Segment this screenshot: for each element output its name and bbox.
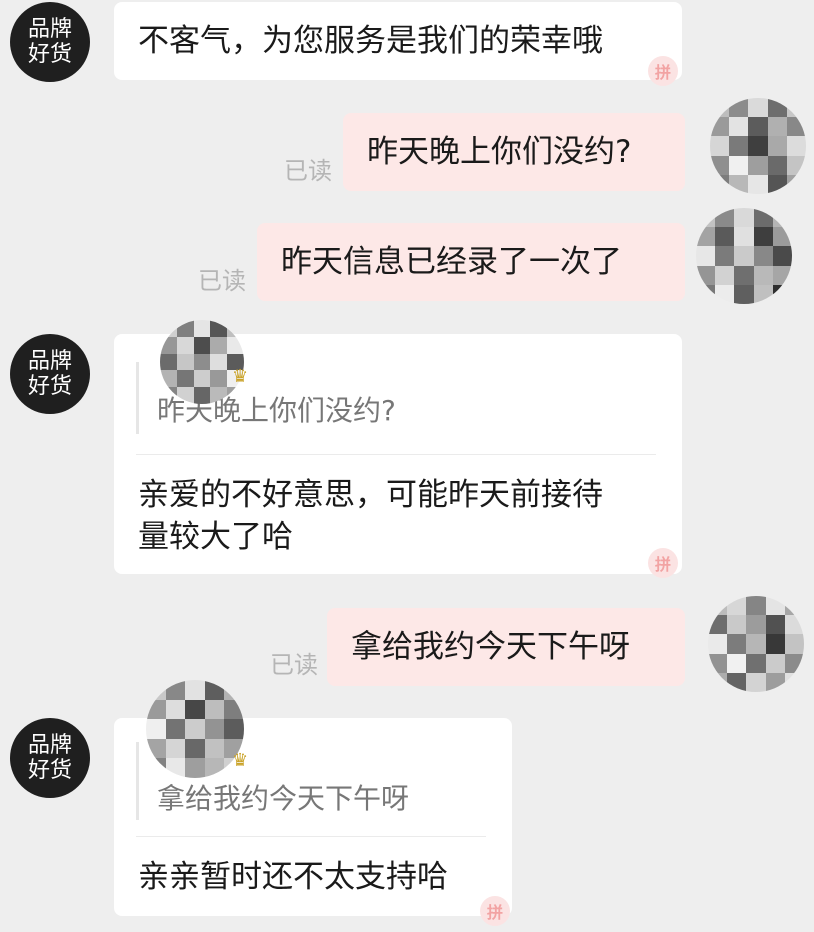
shop-avatar[interactable]: 品牌 好货 <box>10 334 90 414</box>
message-bubble-outgoing[interactable]: 拿给我约今天下午呀 <box>327 608 685 686</box>
pinduoduo-stamp-icon: 拼 <box>648 56 678 86</box>
quote-divider <box>136 454 656 455</box>
message-text: 昨天晚上你们没约? <box>367 134 632 170</box>
quoted-user-avatar <box>160 320 244 404</box>
shop-name-line2: 好货 <box>27 758 72 783</box>
user-avatar[interactable] <box>710 98 806 194</box>
message-text-line1: 亲爱的不好意思，可能昨天前接待 <box>138 477 603 513</box>
read-receipt: 已读 <box>284 157 332 185</box>
message-text: 昨天信息已经录了一次了 <box>281 244 622 280</box>
quote-divider <box>136 836 486 837</box>
message-bubble-incoming[interactable]: 不客气，为您服务是我们的荣幸哦 <box>114 2 682 80</box>
quoted-text: 拿给我约今天下午呀 <box>157 782 410 815</box>
shop-name-line2: 好货 <box>27 42 72 67</box>
quoted-user-avatar <box>146 680 244 778</box>
shop-avatar[interactable]: 品牌 好货 <box>10 2 90 82</box>
message-text: 不客气，为您服务是我们的荣幸哦 <box>138 23 603 59</box>
shop-name-line2: 好货 <box>27 374 72 399</box>
shop-name-line1: 品牌 <box>27 349 72 374</box>
read-receipt: 已读 <box>270 651 318 679</box>
user-avatar[interactable] <box>708 596 804 692</box>
shop-avatar[interactable]: 品牌 好货 <box>10 718 90 798</box>
user-avatar[interactable] <box>696 208 792 304</box>
message-text-line2: 量较大了哈 <box>138 519 293 555</box>
crown-icon: ♛ <box>232 750 249 771</box>
pinduoduo-stamp-icon: 拼 <box>648 548 678 578</box>
read-receipt: 已读 <box>198 267 246 295</box>
message-text: 亲亲暂时还不太支持哈 <box>138 859 448 895</box>
crown-icon: ♛ <box>232 366 249 387</box>
message-bubble-outgoing[interactable]: 昨天晚上你们没约? <box>343 113 685 191</box>
message-text: 亲爱的不好意思，可能昨天前接待 量较大了哈 <box>138 474 603 558</box>
pinduoduo-stamp-icon: 拼 <box>480 896 510 926</box>
message-bubble-outgoing[interactable]: 昨天信息已经录了一次了 <box>257 223 685 301</box>
shop-name-line1: 品牌 <box>27 17 72 42</box>
message-text: 拿给我约今天下午呀 <box>351 629 630 665</box>
shop-name-line1: 品牌 <box>27 733 72 758</box>
